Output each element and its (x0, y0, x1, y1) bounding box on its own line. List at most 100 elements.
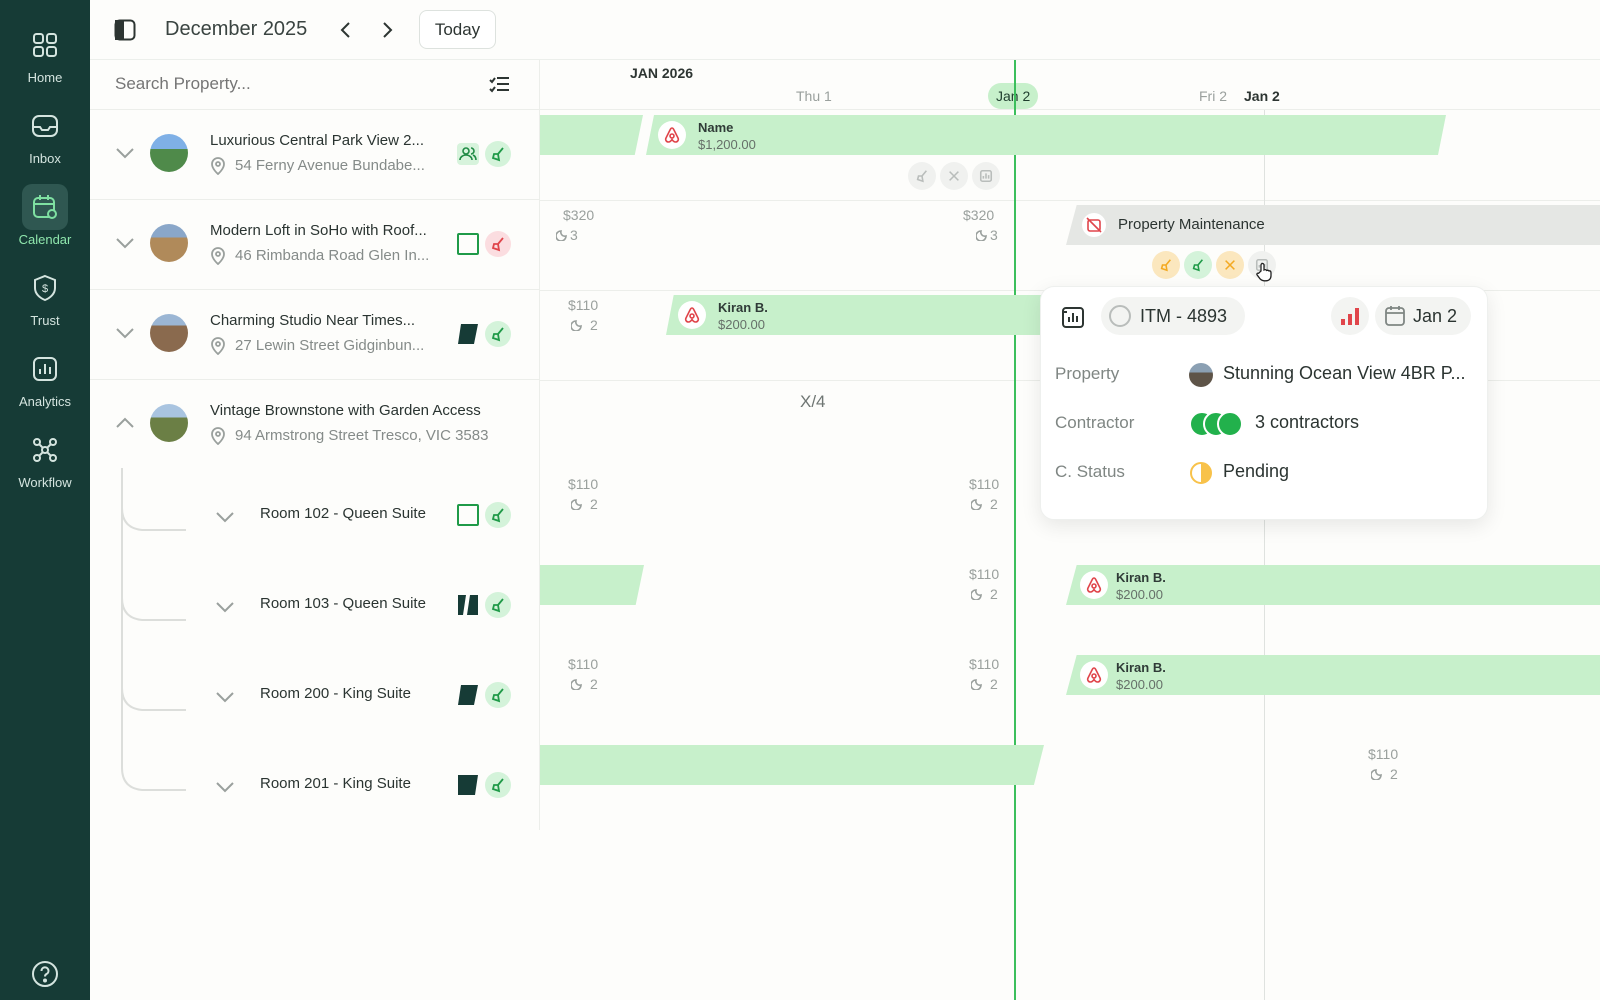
search-input[interactable] (115, 74, 445, 94)
top-bar: December 2025 Today (90, 0, 1600, 60)
half-circle-pending-icon (1189, 461, 1213, 490)
room-row[interactable]: Room 102 - Queen Suite (90, 470, 540, 560)
parallelogram-status-icon (457, 684, 479, 711)
cleaning-broom-icon (485, 141, 511, 167)
room-row[interactable]: Room 200 - King Suite (90, 650, 540, 740)
moon-icon (970, 587, 983, 605)
shield-dollar-icon: $ (22, 265, 68, 311)
nav-calendar[interactable]: Calendar (0, 184, 90, 260)
location-pin-icon (210, 157, 226, 180)
property-avatar (150, 134, 188, 172)
cleaning-broom-icon[interactable] (1184, 251, 1212, 279)
cleaning-broom-icon (485, 502, 511, 528)
cleaning-broom-icon (485, 592, 511, 618)
room-label: Room 102 - Queen Suite (260, 505, 426, 522)
booking-bar[interactable] (540, 115, 643, 155)
airbnb-icon (678, 301, 706, 329)
empty-square-icon (457, 233, 479, 255)
chevron-down-icon[interactable] (215, 510, 235, 528)
day-label: Thu 1 (796, 88, 832, 104)
status-field-label: C. Status (1055, 462, 1125, 481)
chevron-right-icon[interactable] (380, 20, 394, 45)
due-date-pill[interactable]: Jan 2 (1375, 297, 1471, 335)
nav-trust-label: Trust (30, 313, 60, 328)
property-title: Modern Loft in SoHo with Roof... (210, 222, 427, 239)
room-row[interactable]: Room 201 - King Suite (90, 740, 540, 830)
room-label: Room 103 - Queen Suite (260, 595, 426, 612)
min-stay: 3 (990, 227, 998, 243)
property-row[interactable]: Luxurious Central Park View 2... 54 Fern… (90, 110, 540, 200)
report-icon[interactable] (972, 162, 1000, 190)
airbnb-icon (1080, 571, 1108, 599)
due-date: Jan 2 (1413, 306, 1458, 326)
priority-high-icon[interactable] (1331, 297, 1369, 335)
min-stay: 2 (990, 586, 998, 602)
moon-icon (570, 677, 583, 695)
status-circle-icon (1109, 305, 1131, 327)
cleaning-broom-icon[interactable] (1152, 251, 1180, 279)
property-row[interactable]: Charming Studio Near Times... 27 Lewin S… (90, 290, 540, 380)
nav-analytics[interactable]: Analytics (0, 346, 90, 422)
booking-bar[interactable]: Kiran B. $200.00 (1066, 655, 1600, 695)
booking-guest-name: Kiran B. (1116, 660, 1166, 675)
contractor-field-label: Contractor (1055, 413, 1135, 432)
hand-cursor-icon (1256, 262, 1272, 287)
booking-price: $200.00 (718, 317, 765, 332)
nav-home[interactable]: Home (0, 22, 90, 98)
chevron-down-icon[interactable] (115, 326, 135, 344)
cleaning-broom-icon (485, 682, 511, 708)
item-id-pill[interactable]: ITM - 4893 (1101, 297, 1245, 335)
maintenance-label: Property Maintenance (1118, 216, 1265, 233)
location-pin-icon (210, 337, 226, 360)
maintenance-bar[interactable]: Property Maintenance (1066, 205, 1600, 245)
nav-workflow[interactable]: Workflow (0, 427, 90, 503)
row-divider (540, 200, 1600, 201)
tools-icon[interactable] (1216, 251, 1244, 279)
booking-bar[interactable] (540, 745, 1044, 785)
booking-bar[interactable]: Kiran B. $200.00 (1066, 565, 1600, 605)
nightly-rate: $110 (568, 297, 599, 313)
tools-icon[interactable] (940, 162, 968, 190)
moon-icon (555, 228, 568, 246)
moon-icon (1370, 767, 1383, 785)
sidebar-toggle-icon[interactable] (114, 19, 136, 46)
nav-inbox[interactable]: Inbox (0, 103, 90, 179)
svg-text:$: $ (42, 283, 48, 295)
contractor-field-value[interactable]: 3 contractors (1255, 412, 1359, 433)
nav-home-label: Home (27, 70, 63, 85)
booking-bar[interactable]: Kiran B. $200.00 (666, 295, 1050, 335)
property-address: 46 Rimbanda Road Glen In... (235, 247, 430, 264)
status-field-value[interactable]: Pending (1223, 461, 1289, 482)
today-line (1014, 60, 1016, 1000)
contractor-icon (1217, 411, 1243, 437)
chevron-down-icon[interactable] (115, 146, 135, 164)
chevron-up-icon[interactable] (115, 416, 135, 434)
chevron-down-icon[interactable] (215, 780, 235, 798)
property-row[interactable]: Modern Loft in SoHo with Roof... 46 Rimb… (90, 200, 540, 290)
booking-bar[interactable]: Name $1,200.00 (646, 115, 1446, 155)
help-icon[interactable] (31, 960, 59, 988)
nightly-rate: $110 (568, 656, 599, 672)
filter-list-icon[interactable] (488, 75, 510, 98)
chevron-down-icon[interactable] (215, 690, 235, 708)
nav-trust[interactable]: $ Trust (0, 265, 90, 341)
room-row[interactable]: Room 103 - Queen Suite (90, 560, 540, 650)
property-thumbnail (1189, 363, 1213, 387)
booking-bar[interactable] (540, 565, 644, 605)
property-avatar (150, 224, 188, 262)
contractor-avatars[interactable] (1189, 411, 1245, 437)
today-button[interactable]: Today (419, 10, 496, 49)
chevron-down-icon[interactable] (115, 236, 135, 254)
property-field-value[interactable]: Stunning Ocean View 4BR P... (1223, 363, 1466, 384)
chevron-down-icon[interactable] (215, 600, 235, 618)
location-pin-icon (210, 427, 226, 450)
cleaning-broom-icon[interactable] (908, 162, 936, 190)
calendar-icon (1384, 305, 1406, 332)
property-title: Luxurious Central Park View 2... (210, 132, 424, 149)
nav-inbox-label: Inbox (29, 151, 61, 166)
min-stay: 3 (570, 227, 578, 243)
chevron-left-icon[interactable] (339, 20, 353, 45)
room-list: Room 102 - Queen Suite Room 103 - Queen … (90, 470, 540, 830)
nav-workflow-label: Workflow (18, 475, 72, 490)
nightly-rate: $110 (969, 656, 1000, 672)
